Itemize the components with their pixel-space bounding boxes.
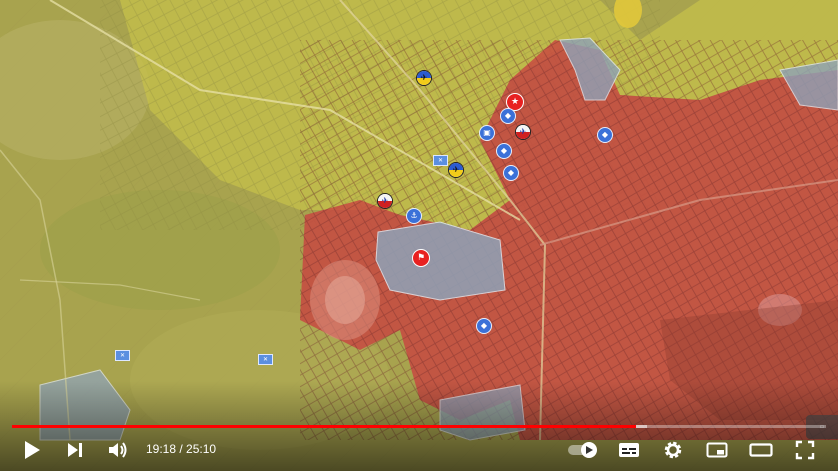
anchor-marker-icon: ⚓ [406,208,422,224]
play-icon [25,441,40,459]
unit-marker-icon: ◆ [476,318,492,334]
flag-marker-icon: ✈ [515,124,531,140]
duration: 25:10 [186,442,217,456]
unit-marker-icon: ◆ [500,108,516,124]
flag-marker-icon: ✈ [416,70,432,86]
fullscreen-icon [795,440,815,460]
theater-mode-button[interactable] [746,436,776,464]
subtitles-button[interactable] [614,436,644,464]
time-display: 19:18 / 25:10 [146,442,216,456]
envelope-marker-icon: ✕ [433,155,448,166]
play-button[interactable] [16,436,48,464]
settings-button[interactable] [658,436,688,464]
subtitles-icon [619,443,639,457]
current-time: 19:18 [146,442,177,456]
next-icon [68,443,82,457]
volume-icon [109,442,127,458]
fullscreen-button[interactable] [790,436,820,464]
unit-marker-icon: ◆ [597,127,613,143]
gear-icon [664,441,682,459]
volume-button[interactable] [103,436,133,464]
flag-marker-icon: ✈ [448,162,464,178]
unit-marker-icon: ▣ [479,125,495,141]
unit-marker-icon: ◆ [503,165,519,181]
envelope-marker-icon: ✕ [258,354,273,365]
flag-marker-icon: ⚑ [412,249,430,267]
autoplay-toggle[interactable] [566,438,602,462]
envelope-marker-icon: ✕ [115,350,130,361]
autoplay-toggle-icon [568,442,597,458]
theater-mode-icon [749,443,773,457]
miniplayer-icon [706,442,728,458]
next-button[interactable] [60,436,90,464]
video-player[interactable]: ★ ⚑ ◆ ▣ ◆ ◆ ◆ ⚓ ◆ ✈ ✈ ✈ ✈ ✕ ✕ ✕ ▭ 19:18 [0,0,838,471]
unit-marker-icon: ◆ [496,143,512,159]
time-separator: / [176,442,187,456]
progress-bar[interactable] [12,425,826,428]
progress-played [12,425,637,428]
flag-marker-icon: ✈ [377,193,393,209]
miniplayer-button[interactable] [702,436,732,464]
